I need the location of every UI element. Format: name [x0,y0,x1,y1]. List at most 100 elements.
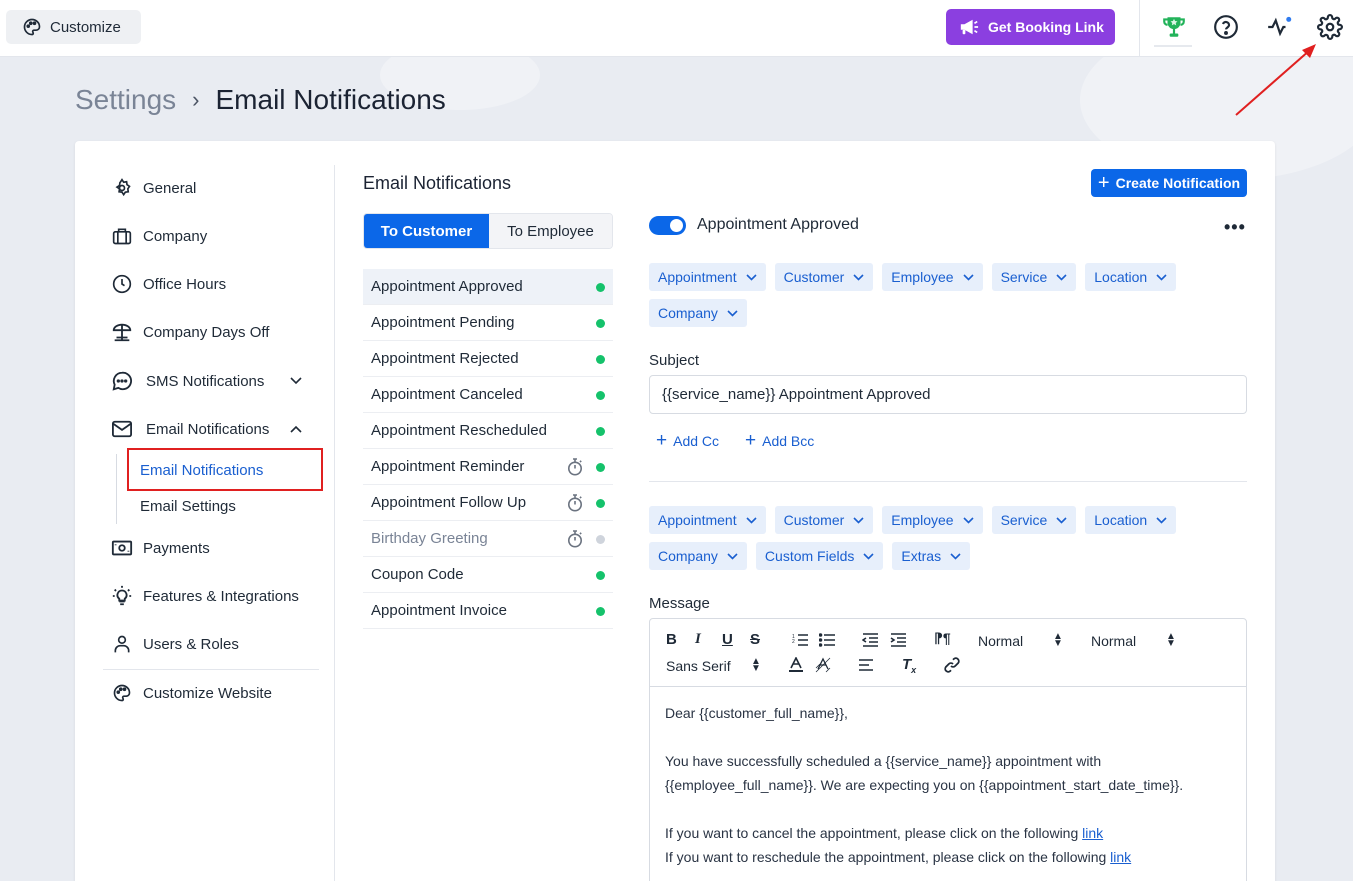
add-bcc-label: Add Bcc [762,432,815,449]
notification-list-item[interactable]: Appointment Rejected [363,341,613,377]
recipient-tabs: To Customer To Employee [363,213,613,249]
text-direction-icon[interactable]: ⁋¶ [934,630,951,647]
sidebar-item-email-notifications[interactable]: Email Notifications [111,418,269,440]
placeholder-tag-dropdown[interactable]: Employee [882,263,983,291]
notification-list-item[interactable]: Appointment Follow Up [363,485,613,521]
tab-to-customer[interactable]: To Customer [364,214,489,248]
chevron-up-icon[interactable] [290,425,302,433]
sidebar-item-sms-notifications[interactable]: SMS Notifications [111,370,264,392]
placeholder-tag-dropdown[interactable]: Location [1085,263,1177,291]
placeholder-tag-dropdown[interactable]: Appointment [649,506,766,534]
cancel-link[interactable]: link [1082,825,1103,841]
sidebar-item-label: Office Hours [143,275,227,293]
plus-icon: + [745,430,757,451]
subject-input[interactable]: {{service_name}} Appointment Approved [649,375,1247,414]
bulb-icon [111,585,133,607]
link-icon[interactable] [944,657,960,673]
customize-button[interactable]: Customize [6,10,141,44]
italic-icon[interactable]: I [695,631,701,648]
notification-list-item[interactable]: Appointment Approved [363,269,613,305]
tab-to-employee[interactable]: To Employee [489,214,612,248]
enabled-toggle[interactable] [649,216,686,235]
sidebar-item-company[interactable]: Company [111,225,207,247]
indent-icon[interactable] [890,633,906,647]
heading-select[interactable]: Normal [1091,633,1136,649]
placeholder-tag-dropdown[interactable]: Customer [774,263,874,291]
status-dot [596,319,605,328]
sidebar-item-users-roles[interactable]: Users & Roles [111,633,239,655]
ordered-list-icon[interactable]: 12 [792,633,808,647]
sidebar-item-general[interactable]: General [111,177,196,199]
sidebar-divider [103,669,319,670]
message-line: You have successfully scheduled a {{serv… [665,753,1102,769]
notification-list-item[interactable]: Appointment Reminder [363,449,613,485]
sidebar-item-label: General [143,179,197,197]
strikethrough-icon[interactable]: S [750,631,760,648]
chevron-down-icon [1056,273,1067,281]
placeholder-tag-dropdown[interactable]: Extras [892,542,971,570]
sidebar-item-features-integrations[interactable]: Features & Integrations [111,585,299,607]
tag-label: Employee [891,512,954,528]
notification-list-item[interactable]: Coupon Code [363,557,613,593]
size-select[interactable]: Normal [978,633,1023,649]
tag-label: Service [1000,269,1048,285]
chevron-down-icon[interactable] [290,377,302,385]
placeholder-tag-dropdown[interactable]: Company [649,542,747,570]
notification-label: Appointment Pending [371,314,515,331]
reschedule-link[interactable]: link [1110,849,1131,865]
status-dot [596,499,605,508]
bullet-list-icon[interactable] [819,633,835,647]
placeholder-tag-dropdown[interactable]: Custom Fields [755,542,884,570]
add-cc-button[interactable]: + Add Cc [656,431,719,450]
notification-name: Appointment Approved [697,216,859,233]
sidebar-item-customize-website[interactable]: Customize Website [111,682,272,704]
bold-icon[interactable]: B [666,631,677,648]
settings-icon[interactable] [1315,12,1345,42]
placeholder-tag-dropdown[interactable]: Employee [882,506,983,534]
notification-list-item[interactable]: Appointment Canceled [363,377,613,413]
notification-list-item[interactable]: Birthday Greeting [363,521,613,557]
placeholder-tag-dropdown[interactable]: Service [991,506,1077,534]
notification-list-item[interactable]: Appointment Pending [363,305,613,341]
activity-icon[interactable] [1264,12,1294,42]
text-color-icon[interactable] [788,657,804,673]
notification-list-item[interactable]: Appointment Rescheduled [363,413,613,449]
highlight-icon[interactable] [815,657,831,673]
placeholder-tag-dropdown[interactable]: Customer [774,506,874,534]
chevron-down-icon [853,273,864,281]
notification-label: Appointment Canceled [371,386,523,403]
trophy-icon[interactable] [1159,12,1189,42]
outdent-icon[interactable] [862,633,878,647]
submenu-email-settings[interactable]: Email Settings [140,498,236,515]
message-line: If you want to cancel the appointment, p… [665,825,1104,841]
get-booking-link-button[interactable]: Get Booking Link [946,9,1115,45]
placeholder-tag-dropdown[interactable]: Company [649,299,747,327]
status-dot [596,427,605,436]
more-options-icon[interactable]: ••• [1224,217,1246,238]
status-dot [596,391,605,400]
font-select[interactable]: Sans Serif [666,658,731,674]
timer-icon [568,458,582,476]
help-icon[interactable] [1211,12,1241,42]
message-body[interactable]: Dear {{customer_full_name}}, You have su… [650,687,1246,881]
breadcrumb-settings[interactable]: Settings [75,84,176,116]
create-notification-button[interactable]: + Create Notification [1091,169,1247,197]
palette-icon [23,18,41,36]
sidebar-item-payments[interactable]: Payments [111,537,210,559]
updown-icon: ▼ [751,663,761,674]
placeholder-tag-dropdown[interactable]: Appointment [649,263,766,291]
underline-icon[interactable]: U [722,631,733,648]
money-icon [111,537,133,559]
align-icon[interactable] [858,659,874,671]
notification-label: Appointment Follow Up [371,494,527,511]
add-bcc-button[interactable]: + Add Bcc [745,431,814,450]
sidebar-item-company-days-off[interactable]: Company Days Off [111,321,269,343]
placeholder-tag-dropdown[interactable]: Service [991,263,1077,291]
palette-icon [111,682,133,704]
status-dot [596,535,605,544]
notification-list-item[interactable]: Appointment Invoice [363,593,613,629]
sidebar-item-office-hours[interactable]: Office Hours [111,273,226,295]
clear-format-icon[interactable]: Tx [902,656,916,675]
placeholder-tag-dropdown[interactable]: Location [1085,506,1177,534]
chevron-down-icon [727,552,738,560]
